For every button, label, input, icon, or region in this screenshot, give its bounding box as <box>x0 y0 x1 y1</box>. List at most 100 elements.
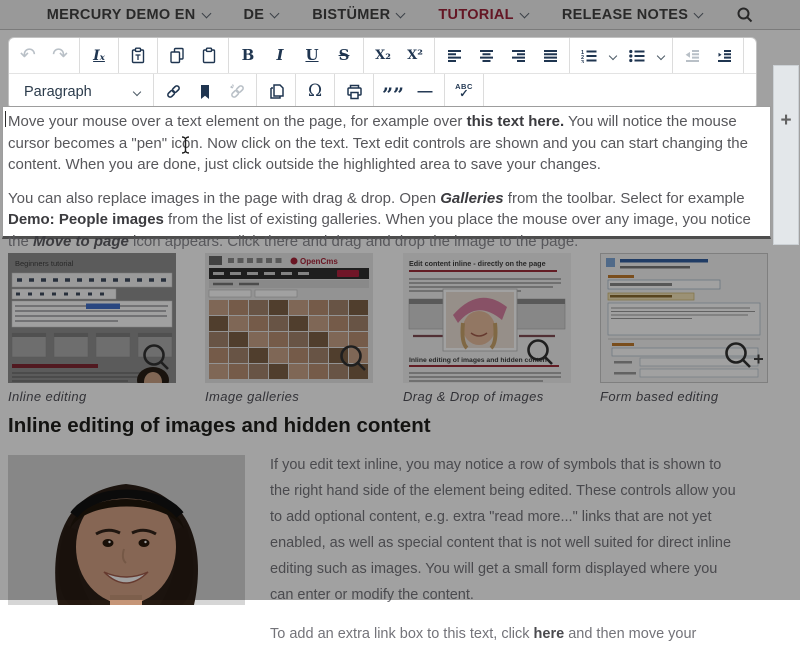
align-center-icon <box>479 49 494 63</box>
underline-icon: U <box>305 48 318 63</box>
section-heading: Inline editing of images and hidden cont… <box>8 414 431 438</box>
editable-text[interactable]: Move your mouse over a text element on t… <box>8 111 765 252</box>
superscript-button[interactable]: X² <box>399 38 431 73</box>
gallery-item-drag-drop: Edit content inline - directly on the pa… <box>403 253 571 404</box>
bullet-list-icon <box>629 49 645 63</box>
clear-formatting-button[interactable]: Iₓ <box>83 38 115 73</box>
bullet-list-button[interactable] <box>621 38 653 73</box>
bold-button[interactable]: B <box>232 38 264 73</box>
drag-drop-thumbnail[interactable]: Edit content inline - directly on the pa… <box>403 253 571 383</box>
paste-as-text-button[interactable] <box>122 38 154 73</box>
anchor-button[interactable] <box>189 74 221 109</box>
indent-button[interactable] <box>708 38 740 73</box>
align-right-icon <box>511 49 526 63</box>
chevron-down-icon <box>609 51 617 59</box>
indent-icon <box>717 49 732 63</box>
underline-button[interactable]: U <box>296 38 328 73</box>
source-code-button[interactable]: <> <box>747 38 757 73</box>
print-icon <box>346 84 363 100</box>
clear-formatting-icon: Iₓ <box>93 49 105 63</box>
nav-item-tutorial[interactable]: TUTORIAL <box>438 7 527 23</box>
copy-button[interactable] <box>161 38 193 73</box>
add-content-button[interactable]: + <box>774 110 798 132</box>
gallery-caption: Image galleries <box>205 389 373 404</box>
horizontal-rule-button[interactable]: ― <box>409 74 441 109</box>
undo-button[interactable]: ↶ <box>12 38 44 73</box>
bold-icon: B <box>242 48 255 63</box>
insert-template-button[interactable] <box>260 74 292 109</box>
unlink-button[interactable] <box>221 74 253 109</box>
outdent-icon <box>685 49 700 63</box>
strikethrough-button[interactable]: S <box>328 38 360 73</box>
blockquote-icon: ”” <box>382 84 404 100</box>
svg-text:OpenCms: OpenCms <box>300 257 338 266</box>
nav-item-mercury-demo-en[interactable]: MERCURY DEMO EN <box>47 7 210 23</box>
nav-item-release-notes[interactable]: RELEASE NOTES <box>562 7 702 23</box>
omega-icon: Ω <box>308 83 322 100</box>
edit-point-bar: + <box>773 65 799 245</box>
italic-icon: I <box>276 48 283 63</box>
search-icon <box>736 6 753 23</box>
align-center-button[interactable] <box>470 38 502 73</box>
nav-item-label: TUTORIAL <box>438 7 513 23</box>
align-left-button[interactable] <box>438 38 470 73</box>
chevron-down-icon <box>270 8 280 18</box>
search-button[interactable] <box>736 6 753 23</box>
paste-button[interactable] <box>193 38 225 73</box>
woman-portrait-image[interactable] <box>8 455 245 605</box>
ordered-list-options-button[interactable] <box>605 38 621 73</box>
section-text: If you edit text inline, you may notice … <box>270 452 744 660</box>
text-caret <box>5 111 6 127</box>
chevron-down-icon <box>133 87 141 95</box>
special-character-button[interactable]: Ω <box>299 74 331 109</box>
paragraph-format-select[interactable]: Paragraph <box>12 84 150 100</box>
chevron-down-icon <box>396 8 406 18</box>
ibeam-cursor <box>179 135 192 155</box>
paragraph-format-value: Paragraph <box>24 84 92 100</box>
link-icon <box>165 83 182 100</box>
paste-text-icon <box>130 47 146 64</box>
gallery-item-form-editing: Form based editing <box>600 253 768 404</box>
image-galleries-thumbnail[interactable]: OpenCms <box>205 253 373 383</box>
undo-icon: ↶ <box>20 46 36 65</box>
nav-item-de[interactable]: DE <box>244 7 279 23</box>
svg-text:Edit content inline - directly: Edit content inline - directly on the pa… <box>409 259 546 268</box>
subscript-button[interactable]: X₂ <box>367 38 399 73</box>
gallery-caption: Drag & Drop of images <box>403 389 571 404</box>
svg-text:Inline editing of images and h: Inline editing of images and hidden cont… <box>409 357 547 364</box>
svg-text:Beginners tutorial: Beginners tutorial <box>15 259 74 268</box>
gallery-item-image-galleries: OpenCms Image galleries <box>205 253 373 404</box>
code-icon: <> <box>756 49 757 63</box>
align-right-button[interactable] <box>502 38 534 73</box>
align-left-icon <box>447 49 462 63</box>
paste-icon <box>201 47 217 64</box>
nav-item-label: DE <box>244 7 265 23</box>
inline-editing-thumbnail[interactable]: Beginners tutorial <box>8 253 176 383</box>
superscript-icon: X² <box>407 49 423 62</box>
nav-item-label: MERCURY DEMO EN <box>47 7 196 23</box>
spellcheck-button[interactable]: ABC ✓ <box>448 74 480 109</box>
form-editing-thumbnail[interactable] <box>600 253 768 383</box>
gallery-caption: Form based editing <box>600 389 768 404</box>
nav-item-bistuemer[interactable]: BISTÜMER <box>312 7 404 23</box>
redo-button[interactable]: ↷ <box>44 38 76 73</box>
chevron-down-icon <box>657 51 665 59</box>
editor-toolbar: ↶ ↷ Iₓ <box>8 37 757 110</box>
italic-button[interactable]: I <box>264 38 296 73</box>
chevron-down-icon <box>201 8 211 18</box>
strikethrough-icon: S <box>339 48 350 63</box>
pages-icon <box>268 83 285 100</box>
top-nav: MERCURY DEMO EN DE BISTÜMER TUTORIAL REL… <box>0 0 800 30</box>
justify-button[interactable] <box>534 38 566 73</box>
ordered-list-button[interactable]: 123 <box>573 38 605 73</box>
inline-edit-area[interactable]: Move your mouse over a text element on t… <box>2 106 771 239</box>
unlink-icon <box>229 83 246 100</box>
bullet-list-options-button[interactable] <box>653 38 669 73</box>
gallery-item-inline-editing: Beginners tutorial <box>8 253 176 404</box>
outdent-button[interactable] <box>676 38 708 73</box>
print-button[interactable] <box>338 74 370 109</box>
bookmark-icon <box>198 84 212 100</box>
blockquote-button[interactable]: ”” <box>377 74 409 109</box>
insert-link-button[interactable] <box>157 74 189 109</box>
gallery-caption: Inline editing <box>8 389 176 404</box>
